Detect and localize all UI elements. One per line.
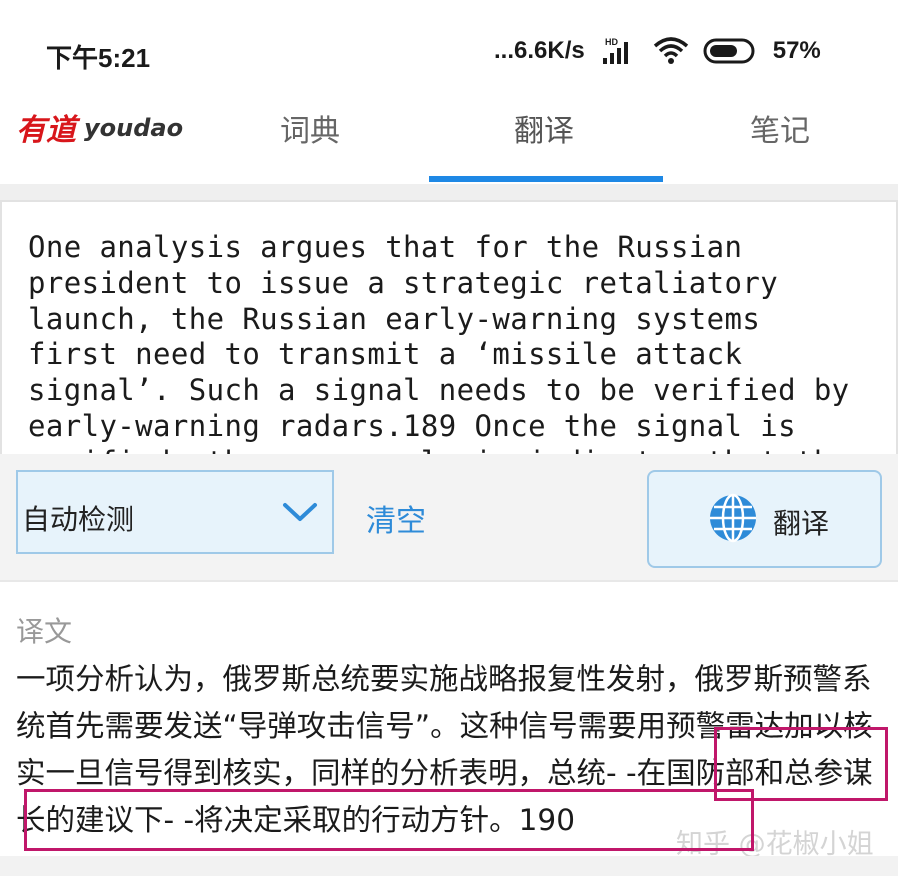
tab-notes[interactable]: 笔记 [750, 106, 810, 150]
source-text-area[interactable]: One analysis argues that for the Russian… [0, 200, 898, 454]
svg-text:HD: HD [605, 37, 618, 47]
language-select[interactable]: 自动检测 [16, 470, 334, 554]
status-bar: 下午5:21 ...6.6K/s HD 57% [0, 0, 898, 100]
wifi-icon [653, 37, 688, 64]
top-nav: 有道 youdao 词典 翻译 笔记 [0, 96, 898, 184]
signal-icon: HD [602, 37, 628, 64]
status-time: 下午5:21 [46, 43, 151, 73]
translate-button[interactable]: 翻译 [647, 470, 882, 568]
battery-icon [703, 38, 755, 64]
chevron-down-icon [283, 503, 317, 521]
globe-icon [710, 493, 756, 543]
svg-text:有道: 有道 [16, 113, 81, 148]
translate-button-label: 翻译 [773, 507, 830, 540]
network-speed: ...6.6K/s [494, 37, 585, 64]
bottom-strip [0, 856, 898, 876]
controls-row: 自动检测 清空 翻译 [0, 454, 898, 580]
highlight-box [24, 789, 754, 851]
active-tab-indicator [429, 176, 663, 182]
tab-translate[interactable]: 翻译 [514, 106, 574, 150]
source-text[interactable]: One analysis argues that for the Russian… [28, 230, 888, 454]
output-label: 译文 [16, 615, 73, 648]
svg-text:youdao: youdao [84, 114, 183, 142]
battery-percent: 57% [772, 37, 821, 64]
youdao-logo: 有道 youdao [16, 113, 183, 148]
clear-button[interactable]: 清空 [366, 496, 426, 540]
language-select-value: 自动检测 [22, 503, 135, 536]
status-icons: ...6.6K/s HD 57% [494, 36, 821, 66]
tab-dictionary[interactable]: 词典 [280, 106, 340, 150]
